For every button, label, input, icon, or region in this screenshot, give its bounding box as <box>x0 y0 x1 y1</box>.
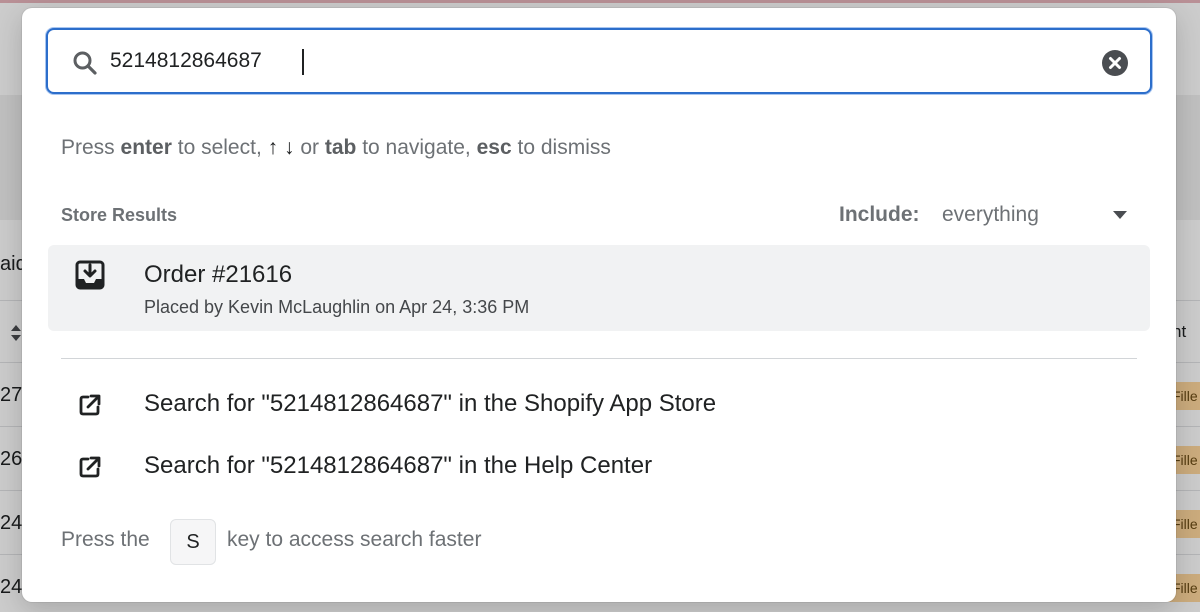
hint-text: to select, <box>177 136 262 159</box>
help-center-link-label: Search for "5214812864687" in the Help C… <box>144 452 653 479</box>
tab-key-label: tab <box>324 136 357 159</box>
order-download-icon <box>75 260 105 290</box>
order-subtitle: Placed by Kevin McLaughlin on Apr 24, 3:… <box>144 297 530 317</box>
include-filter-dropdown[interactable]: Include: everything <box>839 201 1139 231</box>
search-modal: Press enter to select, ↑ ↓ or tab to nav… <box>22 8 1176 602</box>
shortcut-footer: Press the S key to access search faster <box>61 516 661 566</box>
store-results-label: Store Results <box>61 205 178 225</box>
search-input[interactable] <box>110 42 1060 80</box>
include-value: everything <box>942 203 1039 226</box>
order-result-item[interactable]: Order #21616 Placed by Kevin McLaughlin … <box>48 245 1150 331</box>
search-app-store-link[interactable]: Search for "5214812864687" in the Shopif… <box>48 380 1150 430</box>
enter-key-label: enter <box>120 136 172 159</box>
search-icon <box>73 51 97 75</box>
hint-text: Press <box>61 136 115 159</box>
keyboard-hint: Press enter to select, ↑ ↓ or tab to nav… <box>61 136 611 160</box>
shortcut-key-badge: S <box>170 519 216 565</box>
caret-down-icon <box>1113 211 1127 219</box>
close-icon <box>1109 57 1121 69</box>
app-store-link-label: Search for "5214812864687" in the Shopif… <box>144 390 717 417</box>
hint-text: to navigate, <box>362 136 471 159</box>
arrow-keys-label: ↑ ↓ <box>267 136 295 159</box>
results-divider <box>61 358 1137 359</box>
footer-text: key to access search faster <box>227 528 482 551</box>
search-help-center-link[interactable]: Search for "5214812864687" in the Help C… <box>48 442 1150 492</box>
esc-key-label: esc <box>476 136 512 159</box>
hint-text: to dismiss <box>517 136 611 159</box>
hint-text: or <box>300 136 319 159</box>
clear-search-button[interactable] <box>1102 50 1128 76</box>
order-title: Order #21616 <box>144 261 293 288</box>
external-link-icon <box>79 394 101 416</box>
external-link-icon <box>79 456 101 478</box>
search-box[interactable] <box>46 28 1152 94</box>
footer-text: Press the <box>61 528 150 551</box>
text-caret <box>302 49 304 75</box>
include-label: Include: <box>839 203 920 226</box>
